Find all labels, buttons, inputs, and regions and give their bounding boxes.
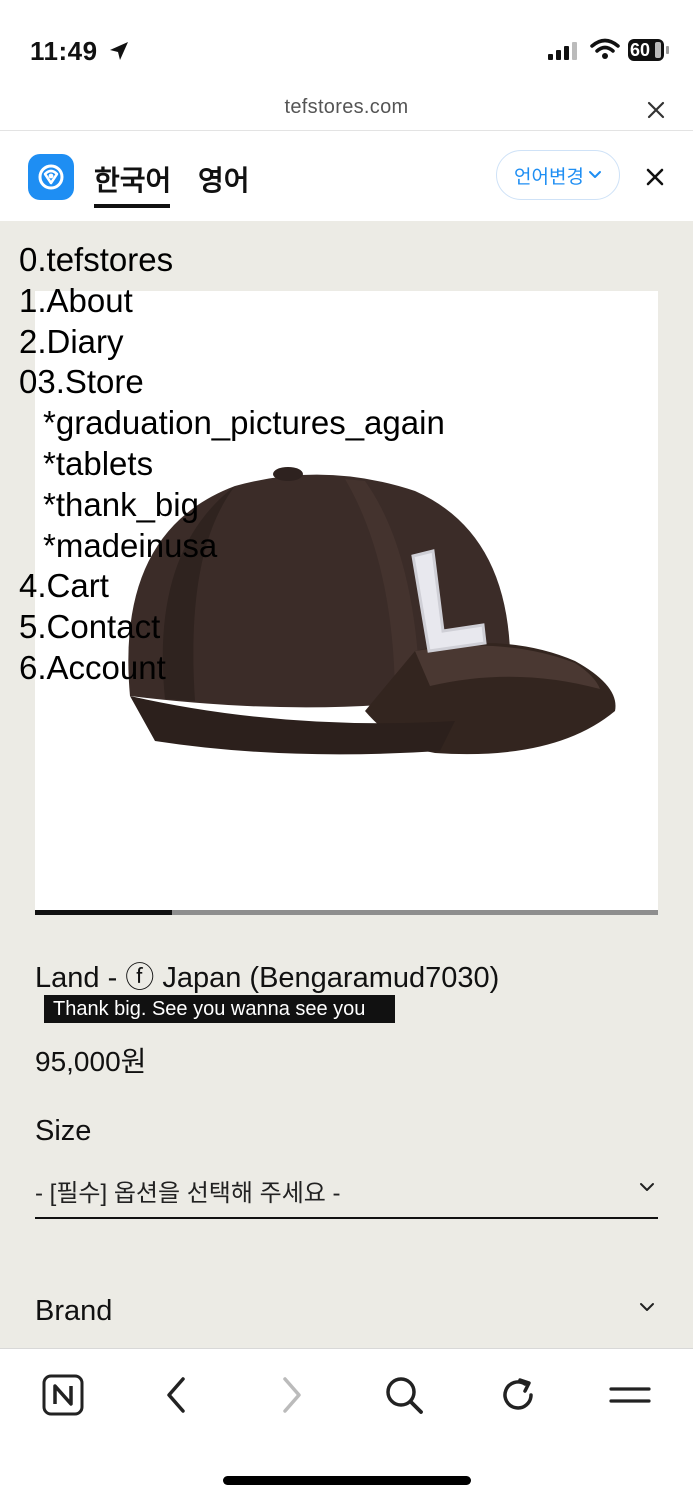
active-tab-indicator xyxy=(94,204,170,208)
site-menu-item[interactable]: 2.Diary xyxy=(19,322,445,363)
wifi-icon xyxy=(590,38,620,59)
size-select[interactable]: - [필수] 옵션을 선택해 주세요 - xyxy=(35,1165,658,1219)
site-menu-item[interactable]: 6.Account xyxy=(19,648,445,689)
translate-bar: 한국어 영어 언어변경 xyxy=(0,131,693,221)
product-tagline: Thank big. See you wanna see you xyxy=(44,995,395,1023)
tab-korean[interactable]: 한국어 xyxy=(94,159,171,199)
site-menu-item[interactable]: 1.About xyxy=(19,281,445,322)
papago-translate-icon[interactable] xyxy=(28,154,74,200)
language-change-label: 언어변경 xyxy=(514,166,584,188)
site-menu-item[interactable]: *tablets xyxy=(19,444,445,485)
url-text[interactable]: tefstores.com xyxy=(0,96,693,119)
forward-arrow-icon[interactable] xyxy=(268,1371,316,1419)
site-menu-item[interactable]: *thank_big xyxy=(19,485,445,526)
image-carousel-progress-fill xyxy=(35,910,173,915)
site-menu-item[interactable]: 5.Contact xyxy=(19,607,445,648)
site-menu-item[interactable]: *madeinusa xyxy=(19,526,445,567)
refresh-icon[interactable] xyxy=(494,1371,542,1419)
battery-icon: 60 xyxy=(628,39,664,61)
status-time: 11:49 xyxy=(30,36,98,66)
chevron-down-icon xyxy=(640,1303,654,1311)
back-arrow-icon[interactable] xyxy=(152,1371,200,1419)
location-arrow-icon xyxy=(110,42,128,60)
product-title: Land - ⓕ Japan (Bengaramud7030) xyxy=(35,962,500,994)
site-menu-item[interactable]: 4.Cart xyxy=(19,566,445,607)
close-translate-icon[interactable] xyxy=(643,165,667,189)
brand-accordion[interactable]: Brand xyxy=(35,1293,658,1333)
close-icon[interactable] xyxy=(644,98,668,122)
battery-level: 60 xyxy=(630,40,651,60)
cellular-signal-icon xyxy=(548,42,577,60)
menu-icon[interactable] xyxy=(606,1371,654,1419)
search-icon[interactable] xyxy=(380,1371,428,1419)
chevron-down-icon xyxy=(640,1183,654,1191)
image-carousel-progress xyxy=(35,910,658,915)
site-menu-item[interactable]: *graduation_pictures_again xyxy=(19,403,445,444)
tab-english[interactable]: 영어 xyxy=(198,159,250,199)
brand-label: Brand xyxy=(35,1295,113,1327)
size-select-value: - [필수] 옵션을 선택해 주세요 - xyxy=(35,1180,341,1207)
naver-home-icon[interactable] xyxy=(39,1371,87,1419)
site-menu-item[interactable]: 03.Store xyxy=(19,362,445,403)
site-menu: 0.tefstores 1.About 2.Diary 03.Store *gradua… xyxy=(19,240,445,689)
product-price: 95,000원 xyxy=(35,1046,147,1077)
language-change-button[interactable]: 언어변경 xyxy=(496,150,620,200)
size-label: Size xyxy=(35,1115,92,1147)
site-menu-item[interactable]: 0.tefstores xyxy=(19,240,445,281)
home-indicator xyxy=(223,1476,471,1485)
status-bar: 11:49 60 xyxy=(0,0,693,90)
url-bar[interactable]: tefstores.com xyxy=(0,90,693,131)
chevron-down-icon xyxy=(588,171,601,178)
